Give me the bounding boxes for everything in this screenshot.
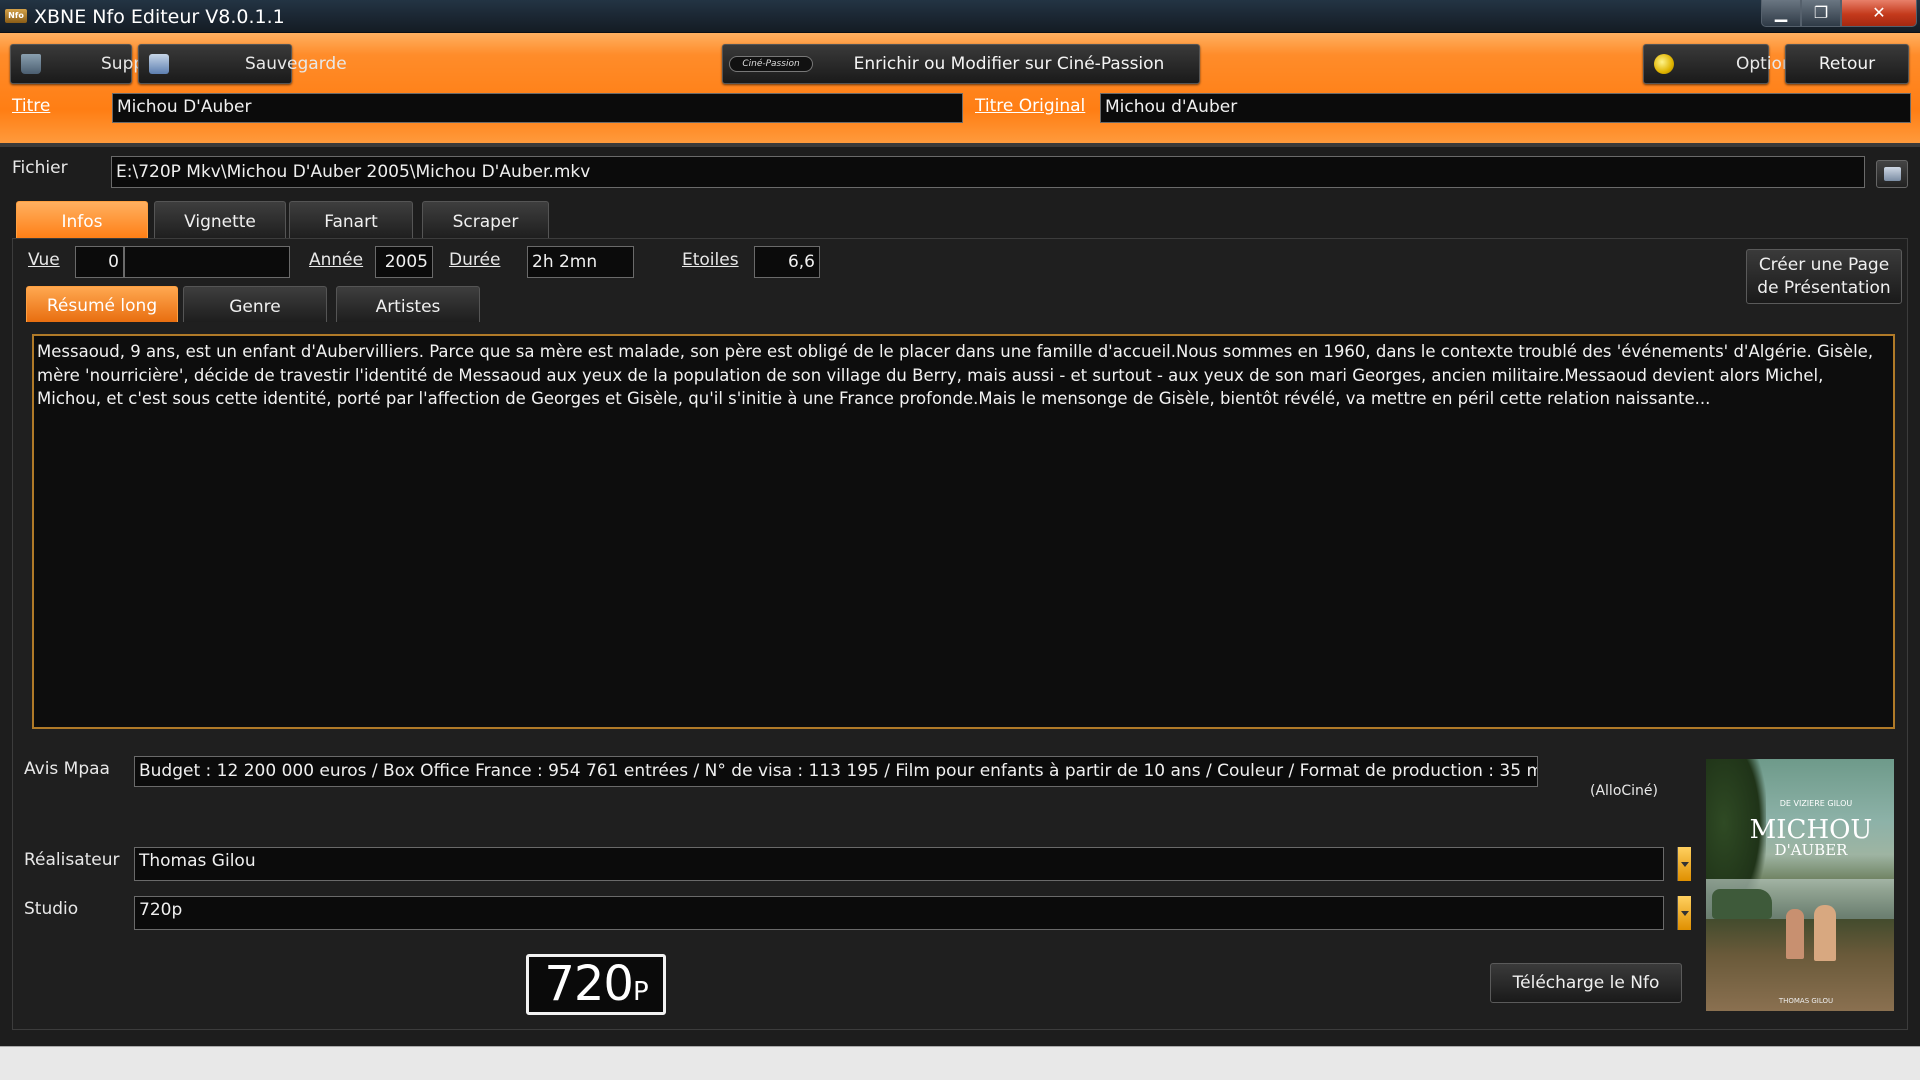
poster-director: THOMAS GILOU	[1778, 997, 1834, 1005]
movie-poster[interactable]: DE VIZIERE GILOU MICHOU D'AUBER THOMAS G…	[1706, 759, 1894, 1011]
chevron-down-icon	[1681, 911, 1689, 916]
studio-dropdown-button[interactable]	[1677, 896, 1691, 930]
director-label: Réalisateur	[24, 850, 120, 870]
browse-file-button[interactable]	[1876, 160, 1908, 188]
minimize-button[interactable]: ▁	[1761, 0, 1801, 27]
seen-label: Vue	[28, 250, 60, 270]
file-path-input[interactable]: E:\720P Mkv\Michou D'Auber 2005\Michou D…	[111, 156, 1865, 188]
stars-input[interactable]: 6,6	[754, 246, 820, 278]
app-window: Nfo XBNE Nfo Editeur V8.0.1.1 ▁ ❐ ✕ Supp…	[0, 0, 1920, 1080]
app-icon: Nfo	[5, 9, 27, 23]
resolution-badge-main: 720	[544, 956, 634, 1012]
mpaa-source-label: (AlloCiné)	[1590, 783, 1658, 799]
window-title: XBNE Nfo Editeur V8.0.1.1	[34, 6, 285, 28]
option-icon	[1654, 54, 1674, 74]
tab-vignette[interactable]: Vignette	[154, 201, 286, 239]
original-title-label: Titre Original	[975, 96, 1086, 116]
title-bar: Nfo XBNE Nfo Editeur V8.0.1.1 ▁ ❐ ✕	[0, 0, 1920, 33]
resolution-badge: 720P	[526, 954, 666, 1015]
poster-figure	[1786, 909, 1804, 959]
duration-input[interactable]: 2h 2mn	[527, 246, 634, 278]
browse-icon	[1884, 167, 1901, 181]
title-input[interactable]: Michou D'Auber	[112, 93, 963, 123]
studio-combo[interactable]: 720p	[134, 896, 1664, 930]
trash-icon	[21, 54, 41, 74]
option-button[interactable]: Option	[1643, 44, 1793, 84]
close-button[interactable]: ✕	[1841, 0, 1917, 27]
tab-genre[interactable]: Genre	[183, 286, 327, 322]
back-button-label: Retour	[1818, 54, 1876, 74]
seen-count-input[interactable]: 0	[75, 246, 124, 278]
file-label: Fichier	[12, 158, 68, 178]
create-page-line1: Créer une Page	[1758, 255, 1890, 275]
tab-artistes[interactable]: Artistes	[336, 286, 480, 322]
toolbar: Supprime Sauvegarde Ciné-Passion Enrichi…	[0, 33, 1920, 143]
option-button-label: Option	[1736, 54, 1793, 74]
stars-label: Etoiles	[682, 250, 739, 270]
director-combo[interactable]: Thomas Gilou	[134, 847, 1664, 881]
cine-passion-button[interactable]: Ciné-Passion Enrichir ou Modifier sur Ci…	[722, 44, 1200, 84]
poster-title: MICHOU	[1749, 815, 1873, 845]
year-label: Année	[309, 250, 364, 270]
director-dropdown-button[interactable]	[1677, 847, 1691, 881]
save-button-label: Sauvegarde	[245, 54, 347, 74]
resolution-badge-suffix: P	[632, 977, 649, 1007]
chevron-down-icon	[1681, 862, 1689, 867]
mpaa-input[interactable]: Budget : 12 200 000 euros / Box Office F…	[134, 756, 1538, 787]
separator	[0, 143, 1920, 147]
poster-car	[1712, 889, 1772, 919]
tab-scraper[interactable]: Scraper	[422, 201, 549, 239]
tab-fanart[interactable]: Fanart	[289, 201, 413, 239]
poster-subtitle: D'AUBER	[1774, 841, 1848, 859]
create-page-line2: de Présentation	[1757, 278, 1891, 298]
download-nfo-button[interactable]: Télécharge le Nfo	[1490, 963, 1682, 1003]
status-bar	[0, 1046, 1920, 1080]
delete-button[interactable]: Supprime	[10, 44, 183, 84]
create-presentation-page-button[interactable]: Créer une Page de Présentation	[1746, 249, 1902, 304]
cine-passion-button-label: Enrichir ou Modifier sur Ciné-Passion	[853, 54, 1165, 74]
mpaa-label: Avis Mpaa	[24, 759, 110, 779]
tab-resume-long[interactable]: Résumé long	[26, 286, 178, 322]
cine-passion-logo-icon: Ciné-Passion	[729, 56, 813, 72]
save-icon	[149, 54, 169, 74]
original-title-input[interactable]: Michou d'Auber	[1100, 93, 1911, 123]
restore-button[interactable]: ❐	[1801, 0, 1841, 27]
year-input[interactable]: 2005	[375, 246, 433, 278]
poster-figure	[1814, 905, 1836, 961]
seen-extra-input[interactable]	[124, 246, 290, 278]
summary-textarea[interactable]: Messaoud, 9 ans, est un enfant d'Aubervi…	[32, 334, 1895, 729]
tab-infos[interactable]: Infos	[16, 201, 148, 239]
duration-label: Durée	[449, 250, 501, 270]
title-label: Titre	[12, 96, 51, 116]
poster-credits: DE VIZIERE GILOU	[1779, 799, 1853, 808]
studio-label: Studio	[24, 899, 79, 919]
back-button[interactable]: Retour	[1785, 44, 1909, 84]
save-button[interactable]: Sauvegarde	[138, 44, 347, 84]
